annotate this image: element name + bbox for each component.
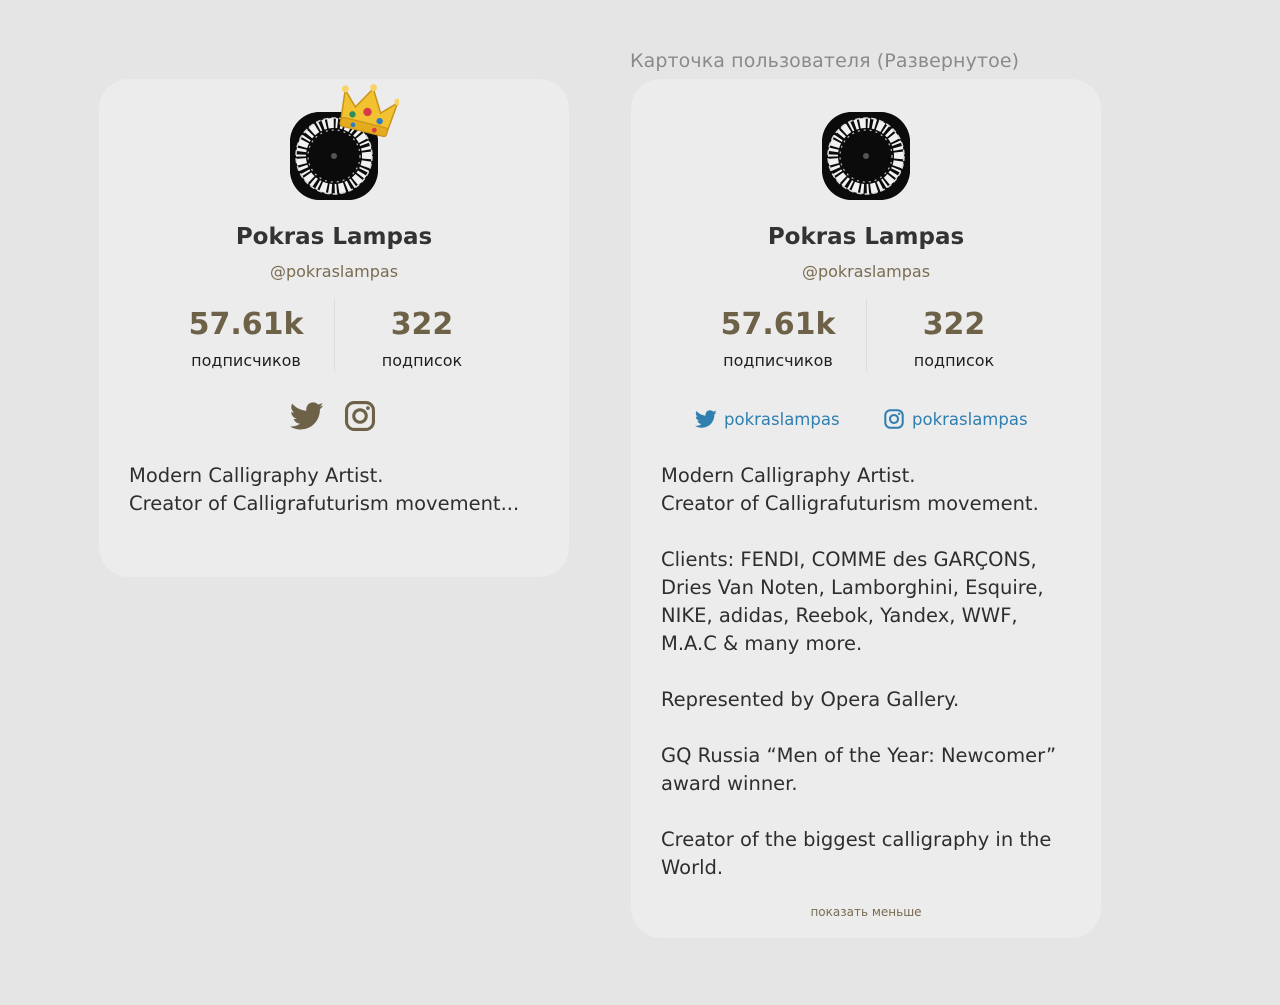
avatar[interactable]	[822, 112, 910, 200]
bio-line: Represented by Opera Gallery.	[661, 688, 960, 711]
instagram-link[interactable]: pokraslampas	[883, 407, 1028, 431]
avatar-calligraphy-image	[822, 112, 910, 200]
twitter-icon	[695, 410, 717, 428]
bio-paragraph: GQ Russia “Men of the Year: Newcomer” aw…	[661, 742, 1086, 798]
profile-bio-full: Modern Calligraphy Artist. Creator of Ca…	[661, 462, 1086, 910]
twitter-username: pokraslampas	[724, 409, 840, 429]
followers-label: подписчиков	[191, 351, 301, 370]
bio-paragraph: Creator of the biggest calligraphy in th…	[661, 826, 1086, 882]
bio-line: Modern Calligraphy Artist.	[129, 464, 384, 487]
bio-line: Dries Van Noten, Lamborghini, Esquire,	[661, 576, 1044, 599]
bio-line: Clients: FENDI, COMME des GARÇONS,	[661, 548, 1037, 571]
bio-line: M.A.C & many more.	[661, 632, 863, 655]
crown-icon	[339, 84, 399, 138]
followers-label: подписчиков	[723, 351, 833, 370]
profile-bio: Modern Calligraphy Artist. Creator of Ca…	[129, 462, 554, 518]
bio-line-truncated[interactable]: Creator of Calligrafuturism movement...	[129, 490, 554, 518]
user-card-collapsed: Pokras Lampas @pokraslampas 57.61k подпи…	[99, 79, 569, 577]
following-stat[interactable]: 322 подписок	[854, 305, 1054, 370]
profile-handle: @pokraslampas	[269, 262, 399, 281]
following-stat[interactable]: 322 подписок	[322, 305, 522, 370]
bio-paragraph: Modern Calligraphy Artist. Creator of Ca…	[661, 462, 1086, 518]
bio-line: Modern Calligraphy Artist.	[661, 464, 916, 487]
twitter-link[interactable]: pokraslampas	[695, 407, 840, 431]
followers-count: 57.61k	[188, 307, 304, 342]
frame-label: Карточка пользователя (Развернутое)	[630, 50, 1020, 72]
followers-count: 57.61k	[720, 307, 836, 342]
instagram-username: pokraslampas	[912, 409, 1028, 429]
bio-line: award winner.	[661, 772, 798, 795]
following-label: подписок	[913, 351, 995, 370]
followers-stat[interactable]: 57.61k подписчиков	[678, 305, 878, 370]
show-less-button[interactable]: показать меньше	[631, 905, 1101, 919]
bio-line: Creator of Calligrafuturism movement.	[661, 492, 1039, 515]
bio-line: Creator of the biggest calligraphy in th…	[661, 828, 1052, 851]
followers-stat[interactable]: 57.61k подписчиков	[146, 305, 346, 370]
following-count: 322	[922, 307, 986, 342]
bio-line: GQ Russia “Men of the Year: Newcomer”	[661, 744, 1057, 767]
profile-name: Pokras Lampas	[767, 224, 965, 250]
instagram-icon	[884, 409, 904, 429]
profile-handle: @pokraslampas	[801, 262, 931, 281]
user-card-expanded: Pokras Lampas @pokraslampas 57.61k подпи…	[631, 79, 1101, 938]
twitter-icon[interactable]	[290, 399, 324, 433]
bio-line: NIKE, adidas, Reebok, Yandex, WWF,	[661, 604, 1018, 627]
profile-name: Pokras Lampas	[235, 224, 433, 250]
following-count: 322	[390, 307, 454, 342]
instagram-icon[interactable]	[343, 399, 377, 433]
bio-paragraph: Represented by Opera Gallery.	[661, 686, 1086, 714]
bio-line: World.	[661, 856, 724, 879]
bio-paragraph: Clients: FENDI, COMME des GARÇONS, Dries…	[661, 546, 1086, 658]
following-label: подписок	[381, 351, 463, 370]
